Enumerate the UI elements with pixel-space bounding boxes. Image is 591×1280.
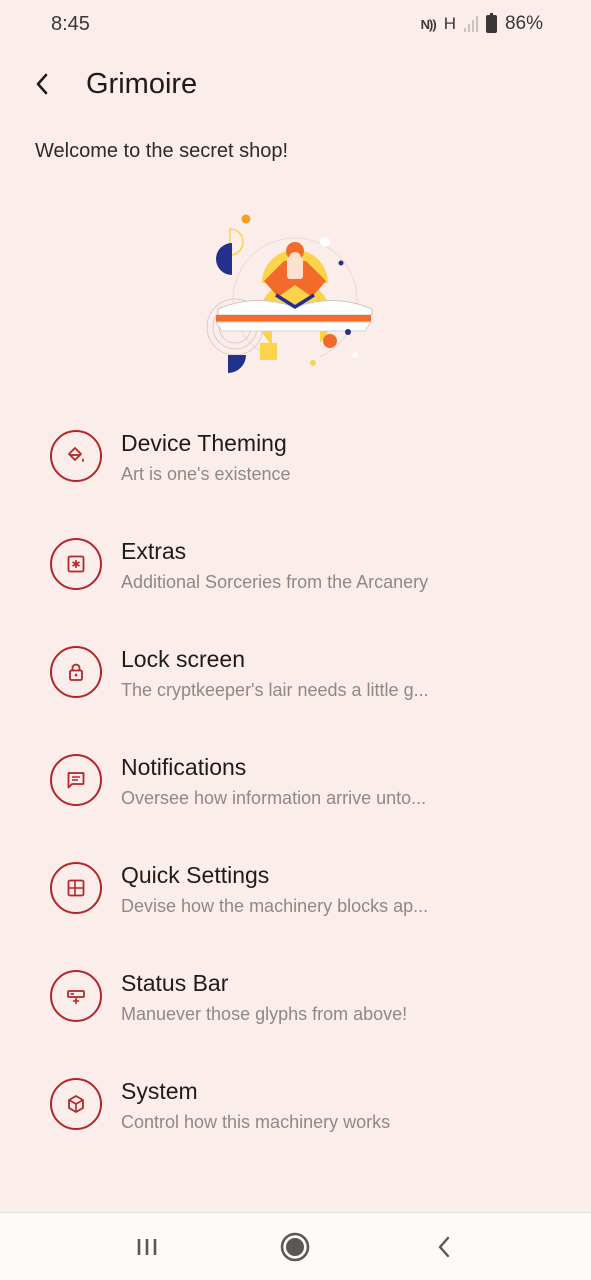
item-title: Quick Settings bbox=[121, 862, 270, 888]
message-icon bbox=[67, 772, 85, 789]
item-subtitle: The cryptkeeper's lair needs a little g.… bbox=[121, 680, 429, 700]
status-indicators: N)) H 86% bbox=[421, 13, 543, 35]
list-item-lock-screen[interactable]: Lock screen The cryptkeeper's lair needs… bbox=[0, 616, 591, 724]
battery-percent: 86% bbox=[504, 13, 543, 34]
status-time: 8:45 bbox=[51, 13, 90, 35]
list-item-quick-settings[interactable]: Quick Settings Devise how the machinery … bbox=[0, 832, 591, 940]
list-item-status-bar[interactable]: Status Bar Manuever those glyphs from ab… bbox=[0, 940, 591, 1048]
item-subtitle: Additional Sorceries from the Arcanery bbox=[121, 572, 429, 592]
welcome-text: Welcome to the secret shop! bbox=[35, 140, 289, 162]
item-title: Notifications bbox=[121, 754, 247, 780]
list-item-system[interactable]: System Control how this machinery works bbox=[0, 1048, 591, 1156]
item-title: System bbox=[121, 1078, 198, 1104]
back-icon bbox=[438, 1236, 450, 1258]
nfc-label: N bbox=[420, 16, 430, 32]
cube-icon bbox=[68, 1095, 84, 1113]
reading-wizard-illustration bbox=[206, 214, 373, 373]
back-button[interactable] bbox=[22, 64, 62, 104]
item-icon-circle bbox=[50, 430, 102, 482]
signal-icon bbox=[463, 16, 478, 32]
app-bar: Grimoire bbox=[0, 56, 591, 112]
recents-icon bbox=[137, 1239, 157, 1255]
nfc-icon: N)) bbox=[420, 16, 437, 32]
status-bar-icon bbox=[67, 990, 85, 1004]
paint-bucket-icon bbox=[68, 447, 84, 462]
list-item-device-theming[interactable]: Device Theming Art is one's existence bbox=[0, 400, 591, 508]
page-title: Grimoire bbox=[86, 68, 198, 100]
system-back-button[interactable] bbox=[424, 1227, 464, 1267]
item-icon-circle bbox=[50, 538, 102, 590]
system-nav-bar bbox=[0, 1212, 591, 1280]
tiles-icon bbox=[67, 879, 85, 897]
lock-icon bbox=[69, 663, 83, 681]
screen: 8:45 N)) H 86% Grimoire Welcome to the s… bbox=[0, 0, 591, 1280]
item-title: Status Bar bbox=[121, 970, 229, 996]
status-bar: 8:45 N)) H 86% bbox=[0, 0, 591, 50]
item-title: Device Theming bbox=[121, 430, 287, 456]
battery-icon bbox=[485, 13, 497, 33]
item-subtitle: Devise how the machinery blocks ap... bbox=[121, 896, 429, 916]
item-icon-circle bbox=[50, 646, 102, 698]
list-item-extras[interactable]: Extras Additional Sorceries from the Arc… bbox=[0, 508, 591, 616]
item-title: Lock screen bbox=[121, 646, 246, 672]
home-button[interactable] bbox=[275, 1227, 315, 1267]
item-subtitle: Manuever those glyphs from above! bbox=[121, 1004, 408, 1024]
chevron-left-icon bbox=[36, 73, 48, 95]
item-subtitle: Art is one's existence bbox=[121, 464, 291, 484]
item-subtitle: Oversee how information arrive unto... bbox=[121, 788, 427, 808]
item-icon-circle bbox=[50, 754, 102, 806]
network-type: H bbox=[443, 14, 456, 33]
item-title: Extras bbox=[121, 538, 187, 564]
item-icon-circle bbox=[50, 862, 102, 914]
asterisk-box-icon bbox=[67, 555, 85, 573]
home-icon bbox=[280, 1232, 310, 1262]
item-subtitle: Control how this machinery works bbox=[121, 1112, 391, 1132]
list-item-notifications[interactable]: Notifications Oversee how information ar… bbox=[0, 724, 591, 832]
item-icon-circle bbox=[50, 1078, 102, 1130]
recents-button[interactable] bbox=[127, 1227, 167, 1267]
settings-list: Device Theming Art is one's existence Ex… bbox=[0, 400, 591, 1156]
item-icon-circle bbox=[50, 970, 102, 1022]
